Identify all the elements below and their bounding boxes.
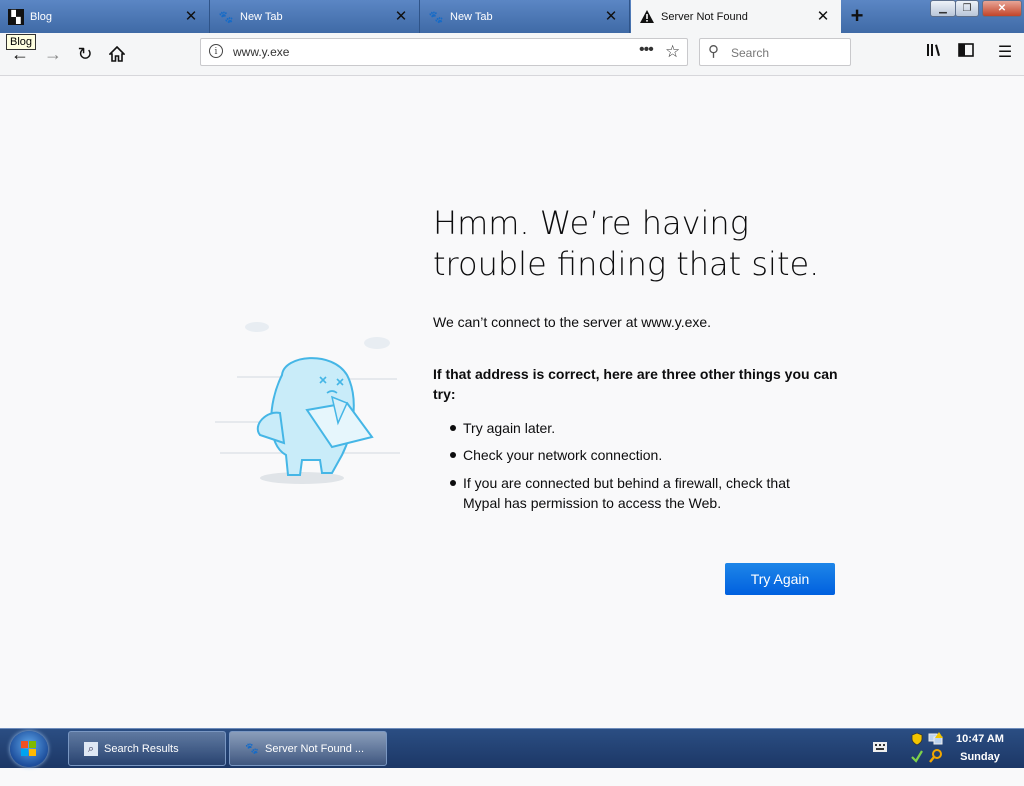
list-item: Check your network connection. (450, 445, 830, 465)
try-again-button[interactable]: Try Again (725, 563, 835, 595)
taskbar-item-label: Server Not Found ... (265, 742, 365, 755)
site-info-icon[interactable]: i (209, 44, 223, 58)
mypal-favicon-icon: 🐾 (428, 9, 444, 24)
list-item: If you are connected but behind a firewa… (450, 473, 830, 513)
close-tab-icon[interactable]: ✕ (393, 8, 409, 25)
start-button-windows-icon[interactable] (10, 731, 48, 767)
keyboard-icon[interactable] (873, 742, 887, 752)
restore-window-icon[interactable]: ❐ (955, 0, 979, 17)
warning-icon (639, 9, 655, 25)
search-icon: ⚲ (708, 43, 719, 60)
blog-favicon-icon: ▚ (8, 8, 24, 25)
taskbar-item-search-results[interactable]: ⌕ Search Results (68, 731, 226, 766)
suggestion-text: If you are connected but behind a firewa… (463, 475, 790, 511)
error-description: We can’t connect to the server at www.y.… (433, 314, 712, 330)
search-results-icon: ⌕ (84, 741, 98, 756)
error-suggestions-heading: If that address is correct, here are thr… (433, 366, 838, 402)
close-window-icon[interactable]: ✕ (982, 0, 1022, 17)
sidebar-icon[interactable] (955, 42, 977, 64)
close-tab-icon[interactable]: ✕ (603, 8, 619, 25)
forward-arrow-icon[interactable]: → (39, 40, 67, 68)
checkmark-icon[interactable] (910, 749, 924, 784)
tab-label: Blog (30, 10, 53, 23)
url-bar[interactable]: i www.y.exe ••• ☆ (200, 38, 688, 66)
tab-new-tab-1[interactable]: 🐾 New Tab ✕ (210, 0, 420, 33)
taskbar-item-server-not-found[interactable]: 🐾 Server Not Found ... (229, 731, 387, 766)
mypal-favicon-icon: 🐾 (218, 9, 234, 24)
mypal-icon: 🐾 (245, 742, 259, 755)
error-illustration (212, 315, 402, 495)
navigation-toolbar: ← → ↻ i www.y.exe ••• ☆ ⚲ Search ☰ (0, 33, 1024, 76)
library-icon[interactable] (923, 42, 945, 64)
close-tab-icon[interactable]: ✕ (183, 8, 199, 25)
search-placeholder[interactable]: Search (731, 46, 769, 60)
suggestion-text: Try again later. (463, 420, 556, 436)
tab-blog[interactable]: ▚ Blog ✕ (0, 0, 210, 33)
tab-label: New Tab (240, 10, 283, 23)
suggestion-text: Check your network connection. (463, 447, 663, 463)
list-item: Try again later. (450, 418, 830, 438)
tab-label: New Tab (450, 10, 493, 23)
close-tab-icon[interactable]: ✕ (815, 8, 831, 25)
tooltip: Blog (6, 34, 37, 50)
new-tab-plus-icon[interactable]: + (846, 5, 868, 28)
search-tray-icon[interactable] (928, 749, 944, 784)
minimize-window-icon[interactable]: ▁ (930, 0, 956, 17)
reload-icon[interactable]: ↻ (71, 40, 99, 68)
clock-day[interactable]: Sunday (955, 751, 1005, 786)
page-actions-more-icon[interactable]: ••• (639, 41, 654, 59)
tab-label: Server Not Found (661, 10, 748, 23)
search-bar[interactable]: ⚲ Search (699, 38, 851, 66)
menu-hamburger-icon[interactable]: ☰ (994, 42, 1016, 64)
tab-new-tab-2[interactable]: 🐾 New Tab ✕ (420, 0, 630, 33)
error-title: Hmm. We’re having trouble finding that s… (433, 204, 820, 283)
tab-server-not-found[interactable]: Server Not Found ✕ (631, 0, 841, 33)
taskbar-item-label: Search Results (104, 742, 179, 755)
url-text[interactable]: www.y.exe (233, 45, 289, 59)
home-icon[interactable] (103, 40, 131, 68)
bookmark-star-icon[interactable]: ☆ (665, 42, 680, 62)
